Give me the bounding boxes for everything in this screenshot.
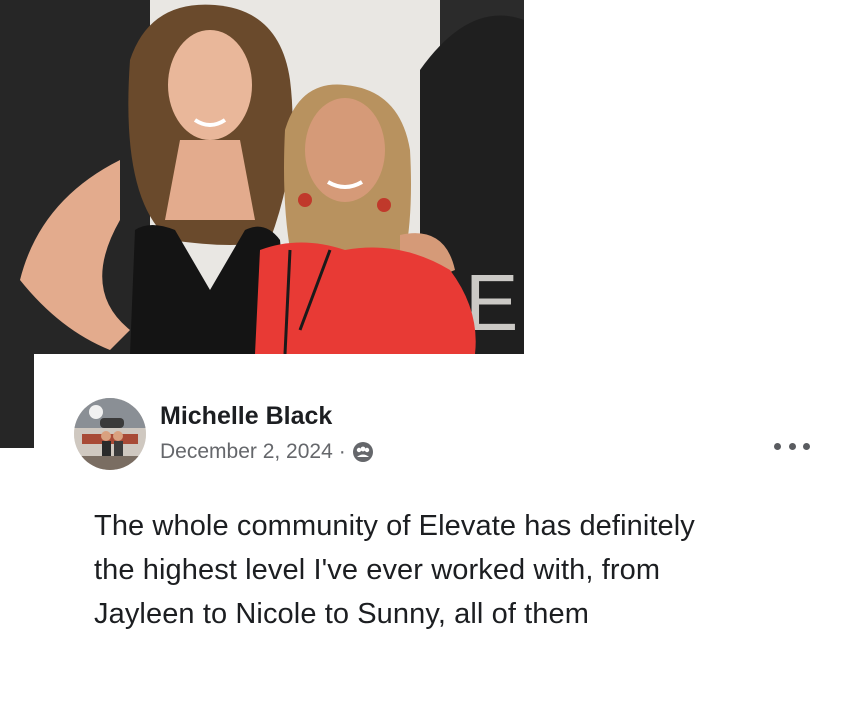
more-dot [774, 442, 781, 450]
author-avatar[interactable] [74, 398, 146, 470]
group-icon[interactable] [352, 441, 374, 463]
more-dot [788, 442, 796, 450]
meta-separator: · [338, 440, 346, 463]
post-meta: December 2, 2024 · [160, 440, 374, 464]
more-options-icon[interactable] [774, 434, 810, 458]
author-name[interactable]: Michelle Black [160, 402, 332, 431]
more-dot [803, 442, 810, 450]
avatar-image [74, 398, 146, 470]
post-date[interactable]: December 2, 2024 [160, 440, 333, 464]
post-text: The whole community of Elevate has defin… [94, 510, 695, 630]
post-card: Michelle Black December 2, 2024 · The wh… [34, 354, 842, 726]
